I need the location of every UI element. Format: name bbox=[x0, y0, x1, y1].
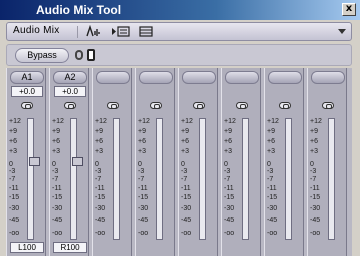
channel-name-button[interactable]: A1 bbox=[10, 71, 44, 84]
link-icon[interactable] bbox=[64, 102, 76, 109]
pan-value-field[interactable]: L100 bbox=[10, 242, 44, 253]
link-icon[interactable] bbox=[322, 102, 334, 109]
fader-track[interactable] bbox=[27, 118, 34, 240]
channel-strip: A2 +0.0 +12 +9 +6 +3 0 -3 -7 -11 -15 -30 -45 -oo R100 bbox=[49, 68, 89, 256]
fader-track[interactable] bbox=[199, 118, 206, 240]
channel-strip: +12 +9 +6 +3 0 -3 -7 -11 -15 -30 -45 -oo bbox=[92, 68, 132, 256]
chevron-down-icon[interactable] bbox=[338, 29, 346, 34]
play-monitor-icon[interactable] bbox=[111, 25, 131, 38]
channel-strip: +12 +9 +6 +3 0 -3 -7 -11 -15 -30 -45 -oo bbox=[135, 68, 175, 256]
link-icon[interactable] bbox=[279, 102, 291, 109]
channel-name-button[interactable] bbox=[225, 71, 259, 84]
fader-track[interactable] bbox=[156, 118, 163, 240]
channel-name-button[interactable] bbox=[182, 71, 216, 84]
link-icon[interactable] bbox=[150, 102, 162, 109]
link-icon[interactable] bbox=[75, 50, 83, 60]
channel-strip: +12 +9 +6 +3 0 -3 -7 -11 -15 -30 -45 -oo bbox=[264, 68, 304, 256]
list-view-icon[interactable] bbox=[139, 25, 153, 38]
channel-strip: A1 +0.0 +12 +9 +6 +3 0 -3 -7 -11 -15 -30 -45 -oo L100 bbox=[6, 68, 46, 256]
fader-track[interactable] bbox=[328, 118, 335, 240]
bypass-row: Bypass bbox=[6, 44, 352, 66]
channel-strip: +12 +9 +6 +3 0 -3 -7 -11 -15 -30 -45 -oo bbox=[221, 68, 261, 256]
fader-handle[interactable] bbox=[29, 157, 40, 166]
mixer-area: A1 +0.0 +12 +9 +6 +3 0 -3 -7 -11 -15 -30 -45 -oo L100 A… bbox=[6, 68, 352, 256]
channel-name-button[interactable] bbox=[268, 71, 302, 84]
gain-value-field[interactable]: +0.0 bbox=[54, 86, 86, 97]
audio-waveform-icon[interactable] bbox=[85, 25, 103, 38]
pan-value-field[interactable]: R100 bbox=[53, 242, 87, 253]
toolbar-label: Audio Mix bbox=[13, 25, 60, 36]
channel-name-button[interactable] bbox=[311, 71, 345, 84]
window-title: Audio Mix Tool bbox=[36, 3, 122, 17]
channel-name-button[interactable] bbox=[139, 71, 173, 84]
fader-track[interactable] bbox=[285, 118, 292, 240]
lock-icon[interactable] bbox=[87, 49, 95, 61]
channel-name-button[interactable] bbox=[96, 71, 130, 84]
channel-name-button[interactable]: A2 bbox=[53, 71, 87, 84]
link-icon[interactable] bbox=[193, 102, 205, 109]
fader-track[interactable] bbox=[113, 118, 120, 240]
toolbar: Audio Mix bbox=[6, 22, 352, 41]
fader-track[interactable] bbox=[242, 118, 249, 240]
link-icon[interactable] bbox=[107, 102, 119, 109]
close-button[interactable]: x bbox=[342, 3, 356, 16]
title-bar[interactable]: Audio Mix Tool x bbox=[0, 0, 360, 20]
fader-handle[interactable] bbox=[72, 157, 83, 166]
gain-value-field[interactable]: +0.0 bbox=[11, 86, 43, 97]
toolbar-separator bbox=[77, 26, 78, 38]
channel-strip: +12 +9 +6 +3 0 -3 -7 -11 -15 -30 -45 -oo bbox=[178, 68, 218, 256]
link-icon[interactable] bbox=[21, 102, 33, 109]
channel-strip: +12 +9 +6 +3 0 -3 -7 -11 -15 -30 -45 -oo bbox=[307, 68, 347, 256]
bypass-button[interactable]: Bypass bbox=[15, 48, 69, 63]
link-icon[interactable] bbox=[236, 102, 248, 109]
audio-mix-tool-window: Audio Mix Tool x Audio Mix Bypass A1 +0.0… bbox=[0, 0, 360, 256]
fader-track[interactable] bbox=[70, 118, 77, 240]
